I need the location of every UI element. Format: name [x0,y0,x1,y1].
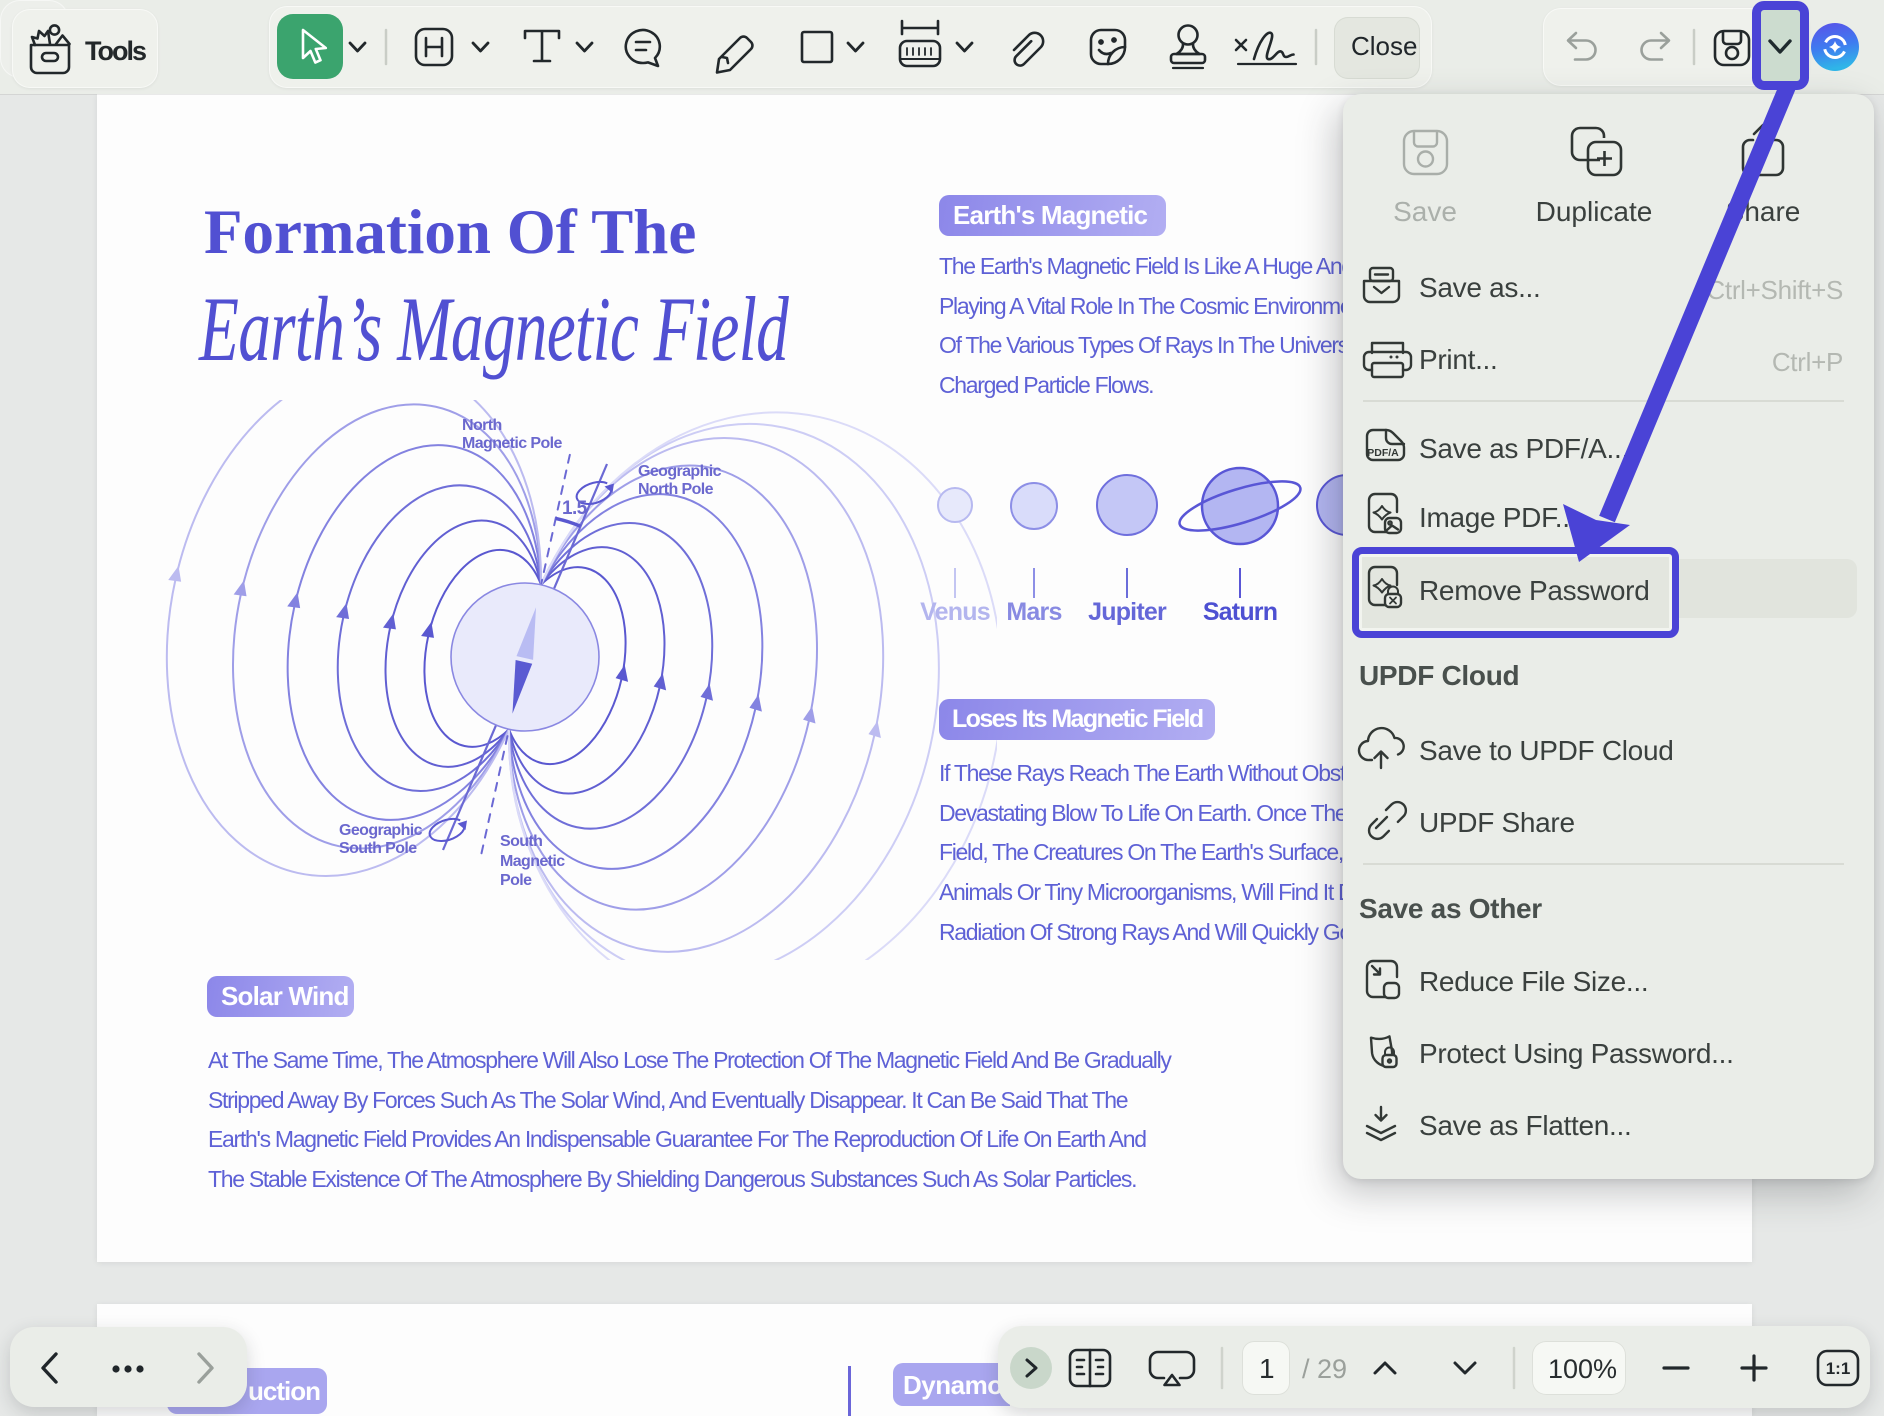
svg-text:Geographic: Geographic [638,463,722,480]
svg-text:1.5: 1.5 [562,498,588,519]
svg-text:North: North [462,417,502,434]
svg-text:Saturn: Saturn [1203,598,1277,626]
svg-text:Magnetic: Magnetic [500,853,565,870]
svg-text:Venus: Venus [920,598,990,626]
svg-text:Magnetic Pole: Magnetic Pole [462,435,562,452]
svg-text:North Pole: North Pole [638,481,714,498]
svg-text:Pole: Pole [500,872,532,889]
svg-text:1:1: 1:1 [1826,1359,1851,1378]
svg-text:PDF/A: PDF/A [1367,447,1399,459]
svg-text:Jupiter: Jupiter [1088,598,1167,626]
svg-text:Mars: Mars [1006,598,1061,626]
svg-text:South: South [500,833,542,850]
svg-text:Geographic: Geographic [339,822,423,839]
svg-text:South Pole: South Pole [339,840,417,857]
